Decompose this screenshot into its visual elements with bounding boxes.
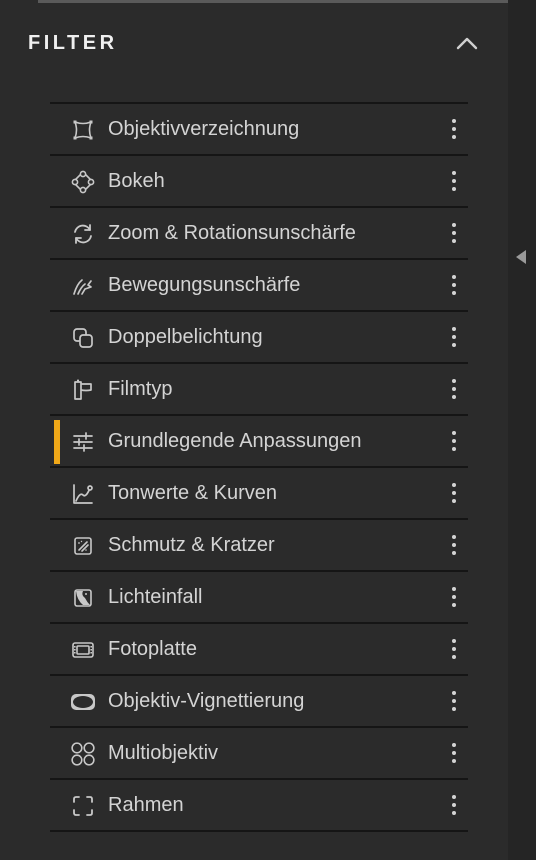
photo-plate-icon — [70, 637, 96, 663]
more-options-icon[interactable] — [448, 324, 460, 350]
filter-label: Bewegungsunschärfe — [108, 274, 301, 296]
active-indicator — [54, 420, 60, 464]
vignette-icon — [70, 689, 96, 715]
dust-scratches-icon — [70, 533, 96, 559]
filter-label: Lichteinfall — [108, 586, 203, 608]
more-options-icon[interactable] — [448, 636, 460, 662]
more-options-icon[interactable] — [448, 428, 460, 454]
more-options-icon[interactable] — [448, 532, 460, 558]
filter-item-grundlegende-anpassungen[interactable]: Grundlegende Anpassungen — [50, 414, 468, 466]
filter-label: Filmtyp — [108, 378, 173, 400]
filter-item-tonwerte-kurven[interactable]: Tonwerte & Kurven — [50, 466, 468, 518]
filter-label: Zoom & Rotationsunschärfe — [108, 222, 356, 244]
more-options-icon[interactable] — [448, 376, 460, 402]
more-options-icon[interactable] — [448, 116, 460, 142]
filter-item-objektiv-vignettierung[interactable]: Objektiv-Vignettierung — [50, 674, 468, 726]
film-type-icon — [70, 377, 96, 403]
light-leak-icon — [70, 585, 96, 611]
filter-label: Schmutz & Kratzer — [108, 534, 275, 556]
lens-distortion-icon — [70, 117, 96, 143]
filter-item-lichteinfall[interactable]: Lichteinfall — [50, 570, 468, 622]
chevron-up-icon[interactable] — [454, 30, 480, 56]
multi-lens-icon — [70, 741, 96, 767]
filter-item-bewegungsunschaerfe[interactable]: Bewegungsunschärfe — [50, 258, 468, 310]
more-options-icon[interactable] — [448, 584, 460, 610]
filter-label: Objektivverzeichnung — [108, 118, 300, 140]
filter-label: Rahmen — [108, 794, 184, 816]
more-options-icon[interactable] — [448, 220, 460, 246]
motion-blur-icon — [70, 273, 96, 299]
more-options-icon[interactable] — [448, 168, 460, 194]
side-rail[interactable] — [508, 0, 536, 860]
filter-panel: FILTER Objektivverzeichnung Bokeh Zoom &… — [0, 0, 536, 860]
filter-label: Bokeh — [108, 170, 165, 192]
filter-list: Objektivverzeichnung Bokeh Zoom & Rotati… — [50, 102, 468, 832]
sliders-icon — [70, 429, 96, 455]
more-options-icon[interactable] — [448, 688, 460, 714]
bokeh-icon — [70, 169, 96, 195]
filter-item-fotoplatte[interactable]: Fotoplatte — [50, 622, 468, 674]
zoom-rotation-icon — [70, 221, 96, 247]
filter-item-rahmen[interactable]: Rahmen — [50, 778, 468, 832]
filter-label: Multiobjektiv — [108, 742, 219, 764]
filter-label: Fotoplatte — [108, 638, 197, 660]
filter-item-filmtyp[interactable]: Filmtyp — [50, 362, 468, 414]
filter-item-multiobjektiv[interactable]: Multiobjektiv — [50, 726, 468, 778]
more-options-icon[interactable] — [448, 740, 460, 766]
more-options-icon[interactable] — [448, 272, 460, 298]
section-header[interactable]: FILTER — [28, 28, 480, 58]
filter-item-schmutz-kratzer[interactable]: Schmutz & Kratzer — [50, 518, 468, 570]
filter-label: Tonwerte & Kurven — [108, 482, 277, 504]
filter-item-bokeh[interactable]: Bokeh — [50, 154, 468, 206]
filter-label: Grundlegende Anpassungen — [108, 430, 362, 452]
more-options-icon[interactable] — [448, 792, 460, 818]
frame-icon — [70, 793, 96, 819]
filter-item-doppelbelichtung[interactable]: Doppelbelichtung — [50, 310, 468, 362]
double-exposure-icon — [70, 325, 96, 351]
filter-label: Doppelbelichtung — [108, 326, 263, 348]
filter-label: Objektiv-Vignettierung — [108, 690, 305, 712]
top-divider — [38, 0, 508, 3]
section-title: FILTER — [28, 32, 118, 54]
more-options-icon[interactable] — [448, 480, 460, 506]
filter-item-zoom-rotation[interactable]: Zoom & Rotationsunschärfe — [50, 206, 468, 258]
filter-item-objektivverzeichnung[interactable]: Objektivverzeichnung — [50, 102, 468, 154]
caret-left-icon[interactable] — [516, 250, 526, 264]
curves-icon — [70, 481, 96, 507]
